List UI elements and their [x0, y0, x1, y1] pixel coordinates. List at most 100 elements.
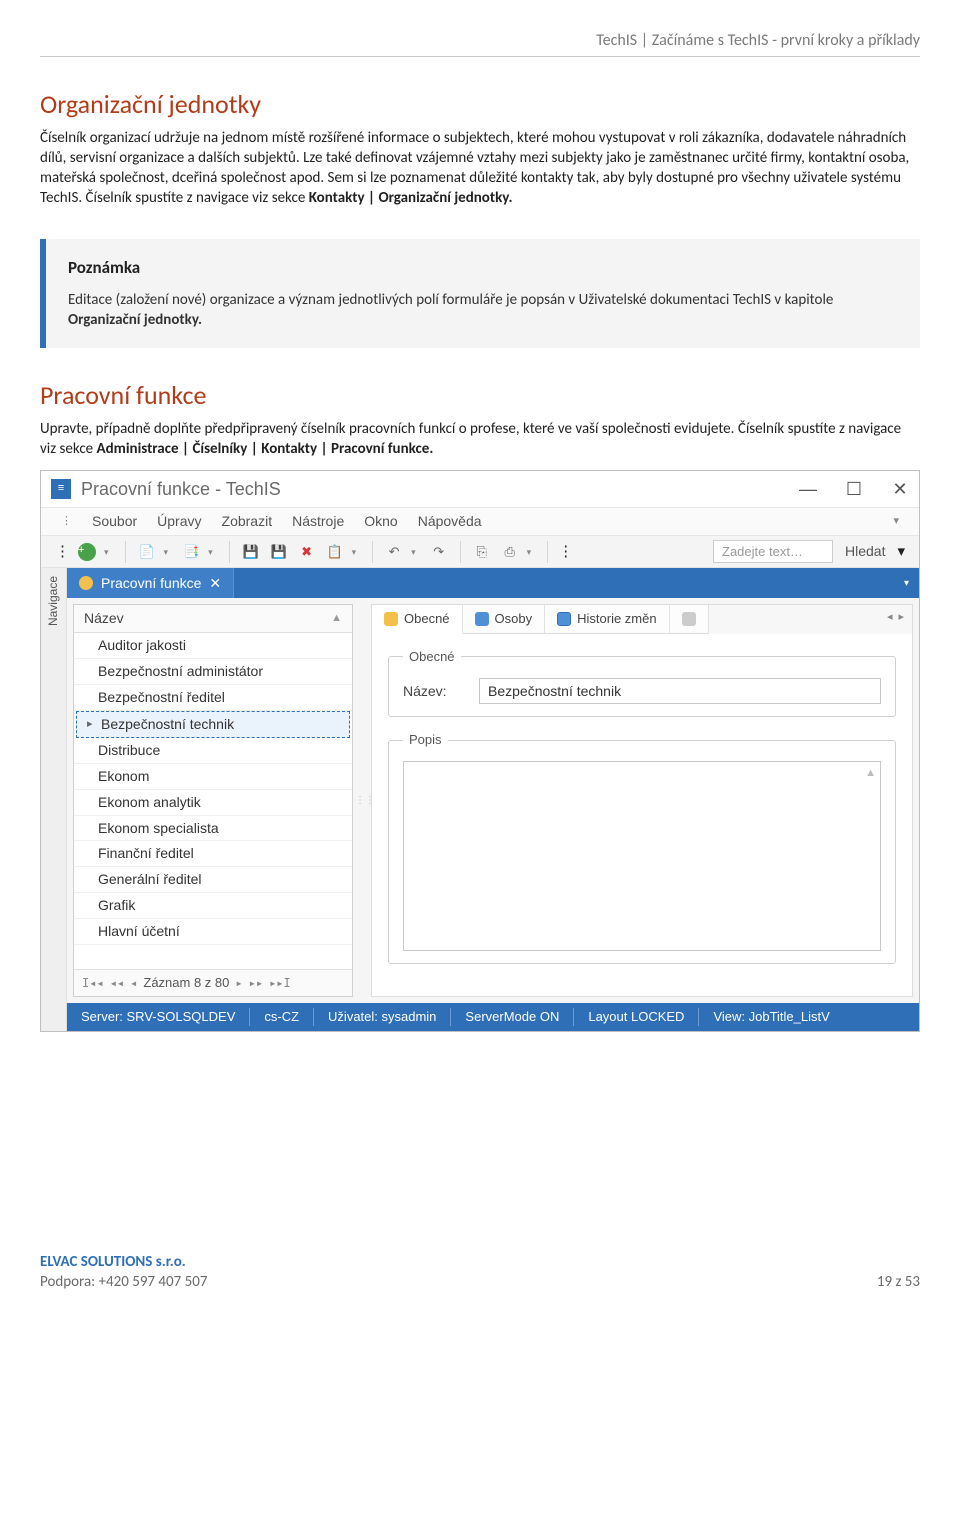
grid-row[interactable]: Auditor jakosti	[74, 633, 352, 659]
pager-next-icon[interactable]: ▸	[235, 975, 242, 991]
detail-tab-osoby[interactable]: Osoby	[463, 605, 546, 634]
title-bar: ≡ Pracovní funkce - TechIS — ☐ ✕	[41, 471, 919, 508]
detail-tab-nav: ◂ ▸	[879, 605, 912, 634]
toolbar-separator	[125, 541, 126, 563]
document-tab-label: Pracovní funkce	[101, 574, 201, 593]
status-server: Server: SRV-SOLSQLDEV	[67, 1008, 250, 1026]
minimize-button[interactable]: —	[799, 477, 817, 501]
status-layout: Layout LOCKED	[574, 1008, 699, 1026]
menu-overflow-icon[interactable]: ▾	[893, 514, 899, 529]
window-title: Pracovní funkce - TechIS	[81, 477, 799, 501]
nav-sidebar[interactable]: Navigace	[41, 568, 67, 1030]
redo-button[interactable]: ↷	[428, 541, 450, 563]
search-button[interactable]: Hledat	[839, 542, 891, 561]
scroll-up-icon[interactable]: ▲	[865, 766, 876, 781]
field-nazev-input[interactable]: Bezpečnostní technik	[479, 678, 881, 705]
status-servermode: ServerMode ON	[451, 1008, 574, 1026]
new-button[interactable]: +	[76, 541, 98, 563]
grid-row[interactable]: Finanční ředitel	[74, 841, 352, 867]
detail-tab-obecne[interactable]: Obecné	[372, 605, 463, 634]
undo-dropdown-icon[interactable]: ▾	[411, 546, 416, 558]
detail-tab-label: Osoby	[495, 610, 533, 628]
note-box: Poznámka Editace (založení nové) organiz…	[40, 239, 920, 348]
menu-okno[interactable]: Okno	[364, 512, 397, 531]
pager-last-icon[interactable]: ▸▸I	[269, 975, 291, 991]
clone-button[interactable]: 📑	[180, 541, 202, 563]
copy-button[interactable]: 📄	[136, 541, 158, 563]
export-button[interactable]: ⎘	[471, 541, 493, 563]
grid-row[interactable]: Bezpečnostní ředitel	[74, 685, 352, 711]
person-icon	[475, 612, 489, 626]
current-row-icon: ▸	[87, 717, 95, 732]
page-footer: ELVAC SOLUTIONS s.r.o. Podpora: +420 597…	[40, 1252, 920, 1293]
grid-cell: Bezpečnostní technik	[101, 715, 234, 734]
grid-row[interactable]: Distribuce	[74, 738, 352, 764]
copy-dropdown-icon[interactable]: ▾	[164, 546, 169, 558]
pager-prev-icon[interactable]: ◂	[130, 975, 137, 991]
grid-row[interactable]: Grafik	[74, 893, 352, 919]
detail-tab-historie[interactable]: Historie změn	[545, 605, 669, 634]
section1-body: Číselník organizací udržuje na jednom mí…	[40, 128, 920, 209]
grid-row[interactable]: Ekonom	[74, 764, 352, 790]
toolbar: ⋮ + ▾ 📄 ▾ 📑 ▾ 💾 💾 ✖ 📋 ▾ ↶ ▾ ↷ ⎘ ⎙ ▾ ⋮ Za…	[41, 536, 919, 569]
tab-strip-menu-icon[interactable]: ▾	[904, 577, 919, 591]
grid-row[interactable]: Hlavní účetní	[74, 919, 352, 945]
field-nazev-label: Název:	[403, 682, 463, 701]
menu-nastroje[interactable]: Nástroje	[292, 512, 344, 531]
menu-soubor[interactable]: Soubor	[92, 512, 137, 531]
grid-cell: Bezpečnostní ředitel	[98, 688, 225, 707]
save-button[interactable]: 💾	[240, 541, 262, 563]
search-overflow-icon[interactable]: ▾	[897, 542, 905, 562]
toolbar-separator	[460, 541, 461, 563]
note-body-bold: Organizační jednotky.	[68, 311, 202, 329]
import-button[interactable]: ⎙	[499, 541, 521, 563]
grid-row-selected[interactable]: ▸ Bezpečnostní technik	[76, 711, 350, 738]
maximize-button[interactable]: ☐	[845, 477, 863, 501]
new-dropdown-icon[interactable]: ▾	[104, 546, 109, 558]
clone-dropdown-icon[interactable]: ▾	[208, 546, 213, 558]
tab-scroll-left-icon[interactable]: ◂	[887, 610, 893, 629]
grid-row[interactable]: Ekonom analytik	[74, 790, 352, 816]
pager-prevpage-icon[interactable]: ◂◂	[110, 975, 124, 991]
sort-asc-icon[interactable]: ▲	[331, 611, 342, 626]
save-close-button[interactable]: 💾	[268, 541, 290, 563]
job-title-icon	[79, 576, 93, 590]
pager-nextpage-icon[interactable]: ▸▸	[249, 975, 263, 991]
search-input[interactable]: Zadejte text…	[713, 540, 833, 564]
menu-upravy[interactable]: Úpravy	[157, 512, 201, 531]
undo-button[interactable]: ↶	[383, 541, 405, 563]
refresh-button[interactable]: 📋	[324, 541, 346, 563]
splitter-handle[interactable]: ⋮⋮	[359, 598, 371, 1003]
grid-cell: Grafik	[98, 896, 135, 915]
detail-tab-label: Historie změn	[577, 610, 656, 628]
grid-row[interactable]: Ekonom specialista	[74, 816, 352, 842]
tab-scroll-right-icon[interactable]: ▸	[898, 610, 904, 629]
menu-bar: ⋮ Soubor Úpravy Zobrazit Nástroje Okno N…	[41, 508, 919, 536]
section1-heading: Organizační jednotky	[40, 87, 920, 122]
delete-button[interactable]: ✖	[296, 541, 318, 563]
workspace: Navigace Pracovní funkce ✕ ▾ Název ▲	[41, 568, 919, 1030]
detail-tab-settings[interactable]	[670, 605, 709, 634]
refresh-dropdown-icon[interactable]: ▾	[352, 546, 357, 558]
import-dropdown-icon[interactable]: ▾	[527, 546, 532, 558]
toolbar-handle-icon: ⋮	[55, 542, 70, 562]
pager-first-icon[interactable]: I◂◂	[82, 975, 104, 991]
toolbar-separator	[229, 541, 230, 563]
close-button[interactable]: ✕	[891, 477, 909, 501]
grid-cell: Finanční ředitel	[98, 844, 194, 863]
grid-header[interactable]: Název ▲	[74, 605, 352, 633]
detail-tab-label: Obecné	[404, 610, 450, 628]
split-body: Název ▲ Auditor jakosti Bezpečnostní adm…	[67, 598, 919, 1003]
status-culture: cs-CZ	[250, 1008, 314, 1026]
tab-close-icon[interactable]: ✕	[209, 574, 221, 593]
menu-zobrazit[interactable]: Zobrazit	[222, 512, 273, 531]
section2-body: Upravte, případně doplňte předpřipravený…	[40, 419, 920, 460]
grid-row[interactable]: Bezpečnostní administátor	[74, 659, 352, 685]
popis-textarea[interactable]: ▲	[403, 761, 881, 951]
menu-napoveda[interactable]: Nápověda	[418, 512, 482, 531]
footer-page-number: 19 z 53	[877, 1272, 920, 1292]
section2-body-bold: Administrace | Číselníky | Kontakty | Pr…	[97, 440, 434, 458]
document-tab[interactable]: Pracovní funkce ✕	[67, 568, 234, 598]
grid-row[interactable]: Generální ředitel	[74, 867, 352, 893]
detail-tabs: Obecné Osoby Historie změn	[371, 604, 913, 634]
